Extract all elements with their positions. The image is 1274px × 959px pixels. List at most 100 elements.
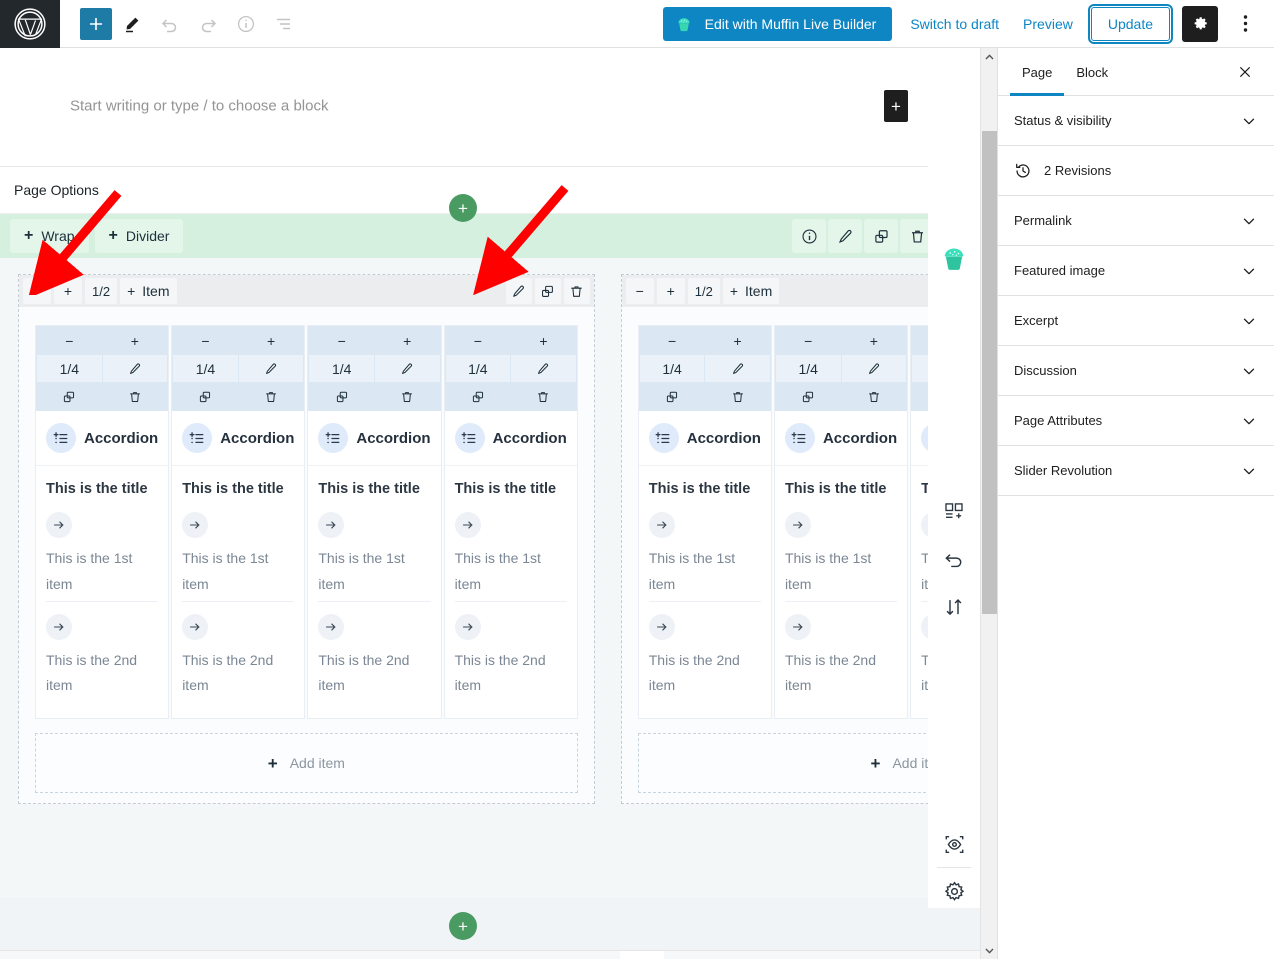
column-block[interactable]: − + 1/2 + Item − + 1/4 Accordion This is… [18, 274, 595, 805]
card-duplicate-icon[interactable] [639, 383, 705, 410]
default-paragraph-block[interactable]: Start writing or type / to choose a bloc… [0, 48, 980, 167]
card-increase-width-button[interactable]: + [374, 327, 440, 354]
insert-block-above-fab[interactable]: + [449, 194, 477, 222]
list-view-button[interactable] [266, 6, 302, 42]
card-edit-pencil-icon[interactable] [102, 355, 168, 382]
scrollbar-up-arrow-icon[interactable] [981, 48, 997, 65]
accordion-item-card[interactable]: − + 1/4 Accordion This is the title This… [307, 325, 442, 720]
card-trash-icon[interactable] [238, 383, 304, 410]
card-duplicate-icon[interactable] [775, 383, 841, 410]
card-trash-icon[interactable] [511, 383, 576, 410]
edit-tool-button[interactable] [114, 6, 150, 42]
accordion-entry[interactable]: This is the 2nd item [318, 600, 431, 702]
sidebar-row-page-attributes[interactable]: Page Attributes [998, 396, 1274, 446]
switch-to-draft-button[interactable]: Switch to draft [904, 12, 1005, 36]
card-increase-width-button[interactable]: + [102, 327, 168, 354]
preview-eye-icon[interactable] [937, 827, 971, 861]
preview-button[interactable]: Preview [1017, 12, 1079, 36]
accordion-entry[interactable]: This is the 1st item [454, 512, 567, 600]
edit-pencil-icon[interactable] [828, 219, 862, 253]
add-item-dropzone[interactable]: + Add item [35, 733, 578, 794]
card-edit-pencil-icon[interactable] [511, 355, 576, 382]
tab-block[interactable]: Block [1064, 49, 1120, 95]
accordion-entry[interactable]: This is the 1st item [46, 512, 158, 600]
card-duplicate-icon[interactable] [309, 383, 374, 410]
duplicate-icon[interactable] [864, 219, 898, 253]
card-decrease-width-button[interactable]: − [309, 327, 374, 354]
inline-block-inserter-button[interactable]: + [884, 90, 908, 122]
card-duplicate-icon[interactable] [37, 383, 102, 410]
insert-block-below-fab[interactable]: + [449, 912, 477, 940]
scrollbar-down-arrow-icon[interactable] [981, 942, 997, 959]
card-edit-pencil-icon[interactable] [841, 355, 907, 382]
column-increase-width-button[interactable]: + [656, 278, 685, 304]
accordion-entry[interactable]: This is the 1st item [648, 512, 761, 600]
card-increase-width-button[interactable]: + [238, 327, 304, 354]
column-increase-width-button[interactable]: + [54, 278, 82, 304]
undo-history-icon[interactable] [937, 542, 971, 576]
column-decrease-width-button[interactable]: − [23, 278, 51, 304]
card-increase-width-button[interactable]: + [705, 327, 770, 354]
tab-page[interactable]: Page [1010, 49, 1065, 96]
accordion-entry[interactable]: This is the 2nd item [454, 600, 567, 702]
card-trash-icon[interactable] [841, 383, 907, 410]
column-add-item-button[interactable]: + Item [722, 278, 780, 304]
sidebar-row-discussion[interactable]: Discussion [998, 346, 1274, 396]
more-options-kebab-button[interactable] [1230, 6, 1260, 42]
canvas-vertical-scrollbar[interactable] [980, 48, 997, 959]
details-info-button[interactable] [228, 6, 264, 42]
add-divider-button[interactable]: + Divider [94, 219, 184, 253]
accordion-entry[interactable]: This is the 2nd item [648, 600, 761, 702]
card-decrease-width-button[interactable]: − [173, 327, 238, 354]
edit-with-muffin-live-builder-button[interactable]: Edit with Muffin Live Builder [662, 6, 893, 41]
card-duplicate-icon[interactable] [445, 383, 511, 410]
sidebar-row-slider-revolution[interactable]: Slider Revolution [998, 446, 1274, 496]
column-add-item-button[interactable]: + Item [120, 278, 177, 304]
accordion-item-card[interactable]: − + 1/4 Accordion This is the title This… [773, 325, 909, 720]
accordion-item-card[interactable]: − + 1/4 Accordion This is the title This… [171, 325, 306, 720]
settings-gear-icon[interactable] [937, 874, 971, 908]
update-button[interactable]: Update [1087, 3, 1174, 44]
sidebar-row-featured-image[interactable]: Featured image [998, 246, 1274, 296]
layout-panel-header[interactable]: Layout [0, 950, 980, 959]
sidebar-row-excerpt[interactable]: Excerpt [998, 296, 1274, 346]
sidebar-row-2-revisions[interactable]: 2 Revisions [998, 146, 1274, 196]
sidebar-row-permalink[interactable]: Permalink [998, 196, 1274, 246]
scrollbar-thumb[interactable] [982, 131, 997, 614]
scroll-to-top-arrow-up-icon[interactable] [620, 951, 664, 959]
accordion-entry[interactable]: This is the 2nd item [182, 600, 295, 702]
card-duplicate-icon[interactable] [173, 383, 238, 410]
card-edit-pencil-icon[interactable] [374, 355, 440, 382]
accordion-entry[interactable]: This is the 2nd item [46, 600, 159, 702]
settings-gear-button[interactable] [1182, 5, 1218, 42]
page-options-panel-header[interactable]: Page Options [0, 167, 980, 214]
info-icon[interactable] [792, 219, 826, 253]
accordion-item-card[interactable]: − + 1/4 Accordion This is the title This… [35, 325, 170, 720]
card-trash-icon[interactable] [374, 383, 440, 410]
card-increase-width-button[interactable]: + [841, 327, 907, 354]
undo-button[interactable] [152, 6, 188, 42]
column-edit-pencil-icon[interactable] [505, 278, 532, 304]
cupcake-icon[interactable] [937, 241, 971, 274]
accordion-entry[interactable]: This is the 2nd item [784, 600, 898, 702]
card-increase-width-button[interactable]: + [511, 327, 576, 354]
wordpress-logo-icon[interactable] [0, 0, 60, 48]
accordion-item-card[interactable]: − + 1/4 Accordion This is the title This… [443, 325, 578, 720]
reorder-icon[interactable] [937, 590, 971, 624]
column-duplicate-icon[interactable] [534, 278, 561, 304]
accordion-item-card[interactable]: − + 1/4 Accordion This is the title This… [637, 325, 772, 720]
card-trash-icon[interactable] [705, 383, 770, 410]
accordion-entry[interactable]: This is the 1st item [784, 512, 897, 600]
card-decrease-width-button[interactable]: − [775, 327, 841, 354]
card-edit-pencil-icon[interactable] [238, 355, 304, 382]
card-decrease-width-button[interactable]: − [639, 327, 705, 354]
column-trash-icon[interactable] [563, 278, 590, 304]
add-wrap-button[interactable]: + Wrap [10, 219, 89, 253]
add-template-icon[interactable] [937, 494, 971, 528]
accordion-entry[interactable]: This is the 1st item [182, 512, 294, 600]
card-decrease-width-button[interactable]: − [445, 327, 511, 354]
card-edit-pencil-icon[interactable] [705, 355, 770, 382]
block-inserter-button[interactable] [80, 7, 112, 40]
column-decrease-width-button[interactable]: − [625, 278, 654, 304]
close-x-icon[interactable] [1228, 55, 1262, 89]
